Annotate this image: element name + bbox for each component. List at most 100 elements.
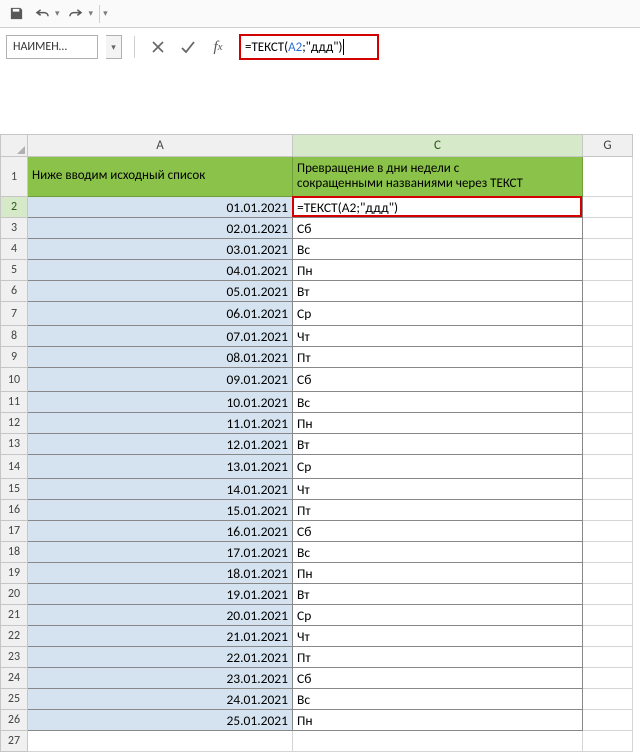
cell[interactable] xyxy=(583,710,633,731)
date-cell[interactable]: 06.01.2021 xyxy=(28,302,293,326)
row-header[interactable]: 6 xyxy=(1,281,28,302)
date-cell[interactable]: 17.01.2021 xyxy=(28,542,293,563)
cell[interactable] xyxy=(583,563,633,584)
row-header[interactable]: 2 xyxy=(1,197,28,218)
date-cell[interactable]: 05.01.2021 xyxy=(28,281,293,302)
row-header[interactable]: 24 xyxy=(1,668,28,689)
day-cell[interactable]: Ср xyxy=(293,302,583,326)
row-header[interactable]: 16 xyxy=(1,500,28,521)
worksheet[interactable]: A C G 1Ниже вводим исходный списокПревра… xyxy=(0,134,640,752)
header-cell-A[interactable]: Ниже вводим исходный список xyxy=(28,157,293,197)
row-header[interactable]: 12 xyxy=(1,413,28,434)
day-cell[interactable]: Вс xyxy=(293,542,583,563)
day-cell[interactable]: Чт xyxy=(293,326,583,347)
cell[interactable] xyxy=(583,347,633,368)
redo-dropdown-icon[interactable]: ▾ xyxy=(89,8,94,19)
date-cell[interactable]: 12.01.2021 xyxy=(28,434,293,455)
row-header[interactable]: 7 xyxy=(1,302,28,326)
day-cell[interactable]: Пт xyxy=(293,347,583,368)
cell[interactable] xyxy=(583,455,633,479)
cell[interactable] xyxy=(583,479,633,500)
row-header[interactable]: 13 xyxy=(1,434,28,455)
row-header[interactable]: 26 xyxy=(1,710,28,731)
day-cell[interactable]: Пн xyxy=(293,710,583,731)
date-cell[interactable]: 20.01.2021 xyxy=(28,605,293,626)
fx-icon[interactable]: fx xyxy=(207,36,229,58)
day-cell[interactable]: Пн xyxy=(293,413,583,434)
cell[interactable] xyxy=(583,542,633,563)
cell[interactable] xyxy=(583,281,633,302)
row-header[interactable]: 10 xyxy=(1,368,28,392)
row-header[interactable]: 19 xyxy=(1,563,28,584)
cell[interactable] xyxy=(293,731,583,752)
cell[interactable] xyxy=(583,218,633,239)
col-header-C[interactable]: C xyxy=(293,135,583,157)
date-cell[interactable]: 19.01.2021 xyxy=(28,584,293,605)
enter-formula-icon[interactable] xyxy=(177,36,199,58)
date-cell[interactable]: 03.01.2021 xyxy=(28,239,293,260)
day-cell[interactable]: Чт xyxy=(293,479,583,500)
row-header[interactable]: 15 xyxy=(1,479,28,500)
cell[interactable] xyxy=(583,626,633,647)
row-header[interactable]: 18 xyxy=(1,542,28,563)
day-cell[interactable]: Вт xyxy=(293,584,583,605)
name-box-dropdown-icon[interactable]: ▾ xyxy=(106,35,122,59)
date-cell[interactable]: 18.01.2021 xyxy=(28,563,293,584)
day-cell[interactable]: Вс xyxy=(293,689,583,710)
day-cell[interactable]: Вт xyxy=(293,281,583,302)
row-header[interactable]: 8 xyxy=(1,326,28,347)
select-all-corner[interactable] xyxy=(1,135,28,157)
cell[interactable] xyxy=(583,392,633,413)
qat-customize-icon[interactable]: ▾ xyxy=(103,8,108,19)
cell[interactable] xyxy=(583,302,633,326)
row-header[interactable]: 1 xyxy=(1,157,28,197)
row-header[interactable]: 21 xyxy=(1,605,28,626)
cell[interactable] xyxy=(583,413,633,434)
date-cell[interactable]: 16.01.2021 xyxy=(28,521,293,542)
date-cell[interactable]: 08.01.2021 xyxy=(28,347,293,368)
undo-dropdown-icon[interactable]: ▾ xyxy=(55,8,60,19)
cell[interactable] xyxy=(583,197,633,218)
day-cell[interactable]: Вс xyxy=(293,392,583,413)
row-header[interactable]: 14 xyxy=(1,455,28,479)
undo-icon[interactable] xyxy=(32,4,52,24)
row-header[interactable]: 22 xyxy=(1,626,28,647)
day-cell[interactable]: Пт xyxy=(293,647,583,668)
date-cell[interactable]: 23.01.2021 xyxy=(28,668,293,689)
row-header[interactable]: 11 xyxy=(1,392,28,413)
name-box[interactable]: НАИМЕН… xyxy=(6,35,98,59)
cell[interactable] xyxy=(583,368,633,392)
cell[interactable] xyxy=(583,647,633,668)
cell[interactable] xyxy=(583,605,633,626)
cell[interactable] xyxy=(583,500,633,521)
date-cell[interactable]: 04.01.2021 xyxy=(28,260,293,281)
date-cell[interactable]: 15.01.2021 xyxy=(28,500,293,521)
cell[interactable] xyxy=(583,239,633,260)
day-cell[interactable]: Сб xyxy=(293,521,583,542)
date-cell[interactable]: 14.01.2021 xyxy=(28,479,293,500)
col-header-A[interactable]: A xyxy=(28,135,293,157)
cell[interactable] xyxy=(583,521,633,542)
cell[interactable] xyxy=(583,689,633,710)
day-cell[interactable]: Сб xyxy=(293,368,583,392)
editing-cell[interactable]: =ТЕКСТ(A2;"ддд") xyxy=(293,197,583,218)
cell[interactable] xyxy=(583,260,633,281)
row-header[interactable]: 27 xyxy=(1,731,28,752)
row-header[interactable]: 20 xyxy=(1,584,28,605)
row-header[interactable]: 3 xyxy=(1,218,28,239)
date-cell[interactable]: 21.01.2021 xyxy=(28,626,293,647)
cell[interactable] xyxy=(583,434,633,455)
day-cell[interactable]: Сб xyxy=(293,218,583,239)
col-header-G[interactable]: G xyxy=(583,135,633,157)
date-cell[interactable]: 09.01.2021 xyxy=(28,368,293,392)
row-header[interactable]: 23 xyxy=(1,647,28,668)
cell[interactable] xyxy=(583,731,633,752)
day-cell[interactable]: Пт xyxy=(293,500,583,521)
cancel-formula-icon[interactable] xyxy=(147,36,169,58)
row-header[interactable]: 5 xyxy=(1,260,28,281)
date-cell[interactable]: 11.01.2021 xyxy=(28,413,293,434)
header-cell-C[interactable]: Превращение в дни недели с сокращенными … xyxy=(293,157,583,197)
row-header[interactable]: 4 xyxy=(1,239,28,260)
day-cell[interactable]: Вс xyxy=(293,239,583,260)
day-cell[interactable]: Ср xyxy=(293,605,583,626)
